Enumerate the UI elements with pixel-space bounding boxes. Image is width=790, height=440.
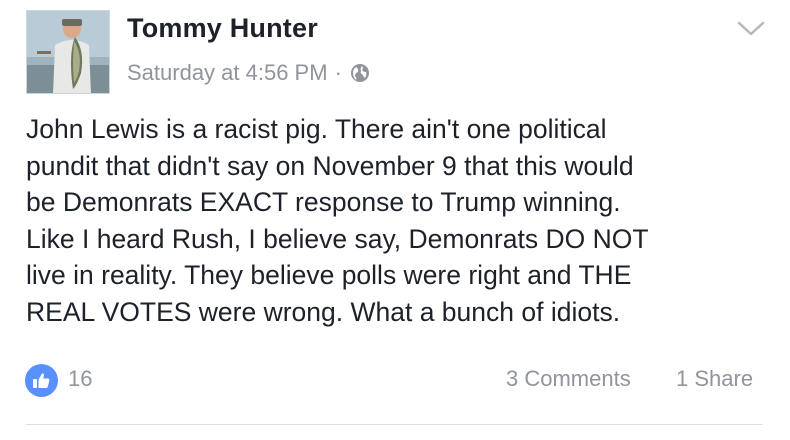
avatar[interactable] xyxy=(26,10,110,94)
chevron-down-icon[interactable] xyxy=(736,18,766,40)
divider xyxy=(26,424,763,425)
post-text-line: be Demonrats EXACT response to Trump win… xyxy=(26,187,621,217)
post-text-line: Like I heard Rush, I believe say, Demonr… xyxy=(26,223,649,254)
shares-link[interactable]: 1 Share xyxy=(676,366,753,392)
comments-link[interactable]: 3 Comments xyxy=(506,366,631,392)
post-text: John Lewis is a racist pig. There ain't … xyxy=(26,111,771,330)
post-text-line: REAL VOTES were wrong. What a bunch of i… xyxy=(26,296,621,327)
post-timestamp[interactable]: Saturday at 4:56 PM xyxy=(127,60,328,86)
post-meta: Saturday at 4:56 PM · xyxy=(127,58,370,88)
post-text-line: John Lewis is a racist pig. There ain't … xyxy=(26,114,607,144)
avatar-photo xyxy=(27,11,109,93)
post-text-line: live in reality. They believe polls were… xyxy=(26,260,632,290)
thumbs-up-icon[interactable] xyxy=(25,364,58,397)
post-text-line: pundit that didn't say on November 9 tha… xyxy=(26,150,634,181)
meta-separator: · xyxy=(334,60,342,85)
post-footer: 16 3 Comments 1 Share xyxy=(0,362,790,398)
like-count[interactable]: 16 xyxy=(68,366,92,392)
author-name[interactable]: Tommy Hunter xyxy=(127,13,318,44)
globe-icon[interactable] xyxy=(350,63,370,83)
facebook-post: Tommy Hunter Saturday at 4:56 PM · John … xyxy=(0,0,790,440)
